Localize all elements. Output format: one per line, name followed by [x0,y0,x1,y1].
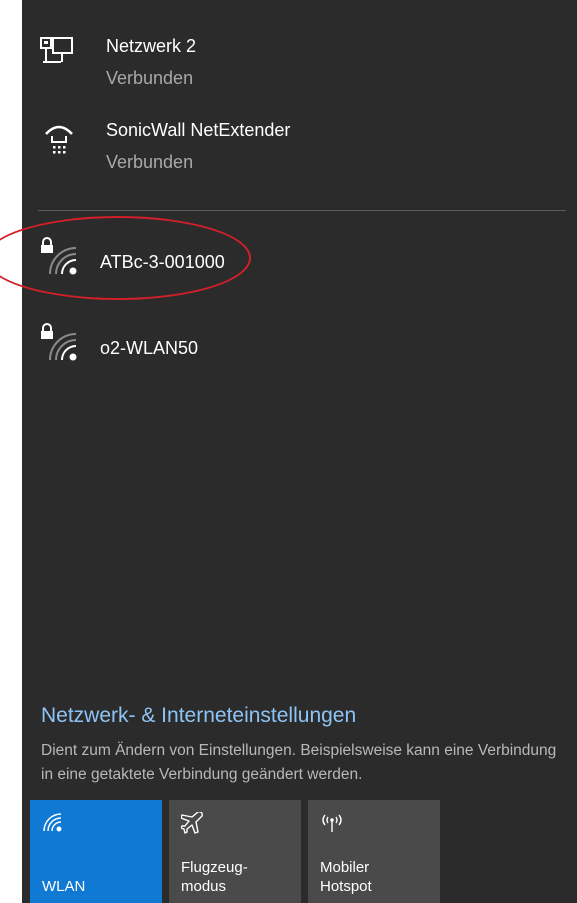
divider [38,210,566,211]
wifi-network-item[interactable]: ATBc-3-001000 [22,224,577,290]
wlan-toggle-button[interactable]: WLAN [30,800,162,903]
lock-icon [41,237,53,253]
airplane-icon [181,812,203,834]
quick-actions: WLAN Flugzeug- modus Mobiler Hotspot [30,800,450,903]
wifi-network-name: o2-WLAN50 [100,338,199,358]
lock-icon [41,323,53,339]
wifi-secured-icon [41,323,77,361]
mobile-hotspot-button[interactable]: Mobiler Hotspot [308,800,440,903]
wifi-secured-icon [41,237,77,275]
network-settings-link[interactable]: Netzwerk- & Interneteinstellungen [41,704,356,728]
wifi-icon [43,813,62,832]
ethernet-icon [40,37,73,63]
connection-status: Verbunden [106,152,194,172]
connection-item-sonicwall[interactable]: SonicWall NetExtender Verbunden [22,112,577,182]
network-settings-description: Dient zum Ändern von Einstellungen. Beis… [41,742,557,783]
connection-name: Netzwerk 2 [106,36,197,56]
airplane-mode-button[interactable]: Flugzeug- modus [169,800,301,903]
airplane-mode-label: Flugzeug- modus [181,859,248,895]
connection-status: Verbunden [106,68,194,88]
vpn-dialup-icon [45,125,73,154]
mobile-hotspot-label: Mobiler Hotspot [320,859,372,895]
wifi-network-item[interactable]: o2-WLAN50 [22,310,577,376]
wlan-label: WLAN [42,878,86,895]
hotspot-icon [322,814,342,832]
network-flyout: Netzwerk 2 Verbunden SonicWall NetExtend… [22,0,577,903]
wifi-network-name: ATBc-3-001000 [100,252,225,272]
connection-item-netzwerk-2[interactable]: Netzwerk 2 Verbunden [22,28,577,98]
connection-name: SonicWall NetExtender [106,120,291,140]
